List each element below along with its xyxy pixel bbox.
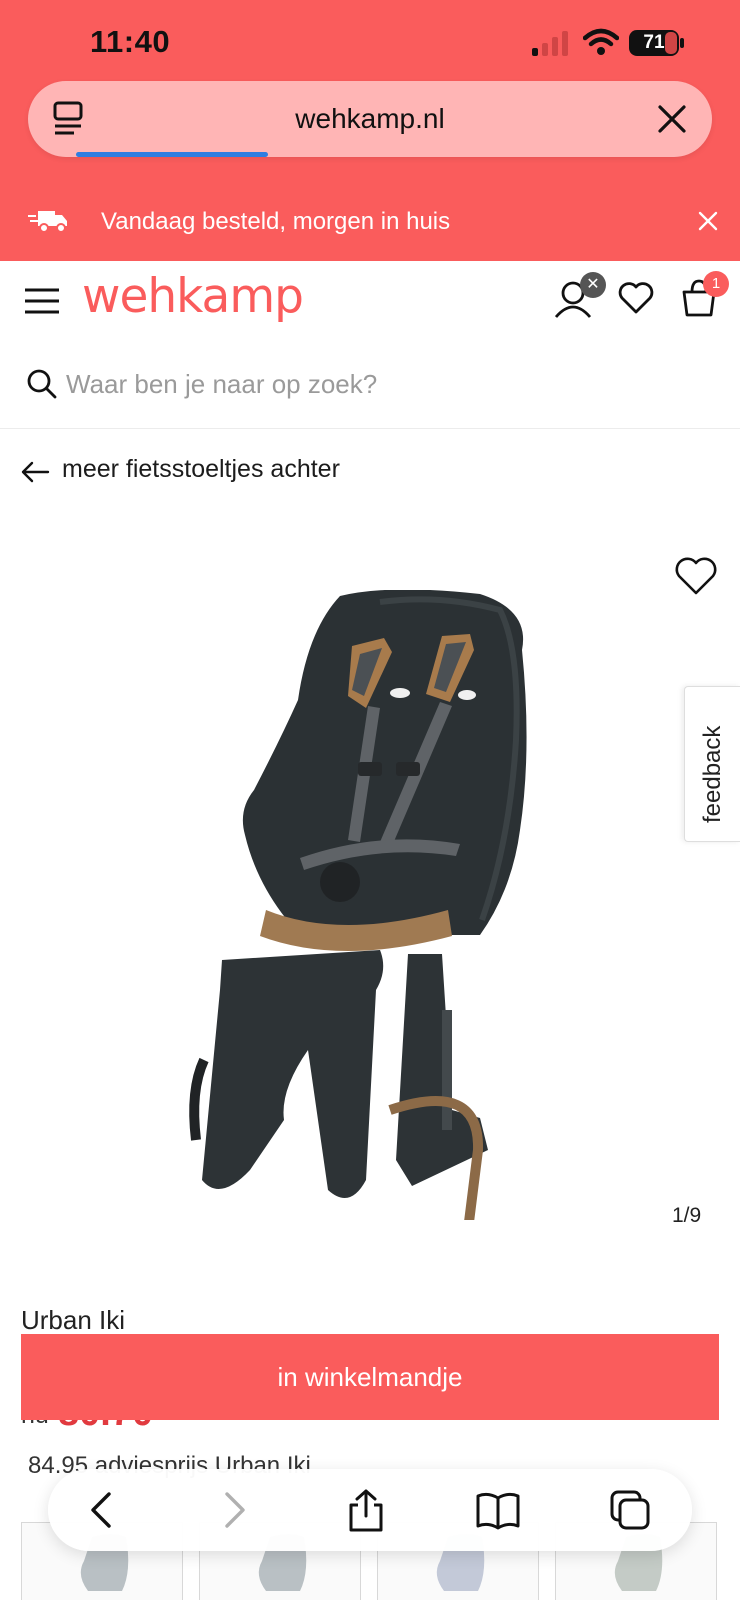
- account-status-badge: ✕: [580, 272, 606, 298]
- book-icon[interactable]: [476, 1488, 520, 1532]
- tabs-icon[interactable]: [608, 1488, 652, 1532]
- share-icon[interactable]: [344, 1488, 388, 1532]
- product-brand[interactable]: Urban Iki: [21, 1305, 125, 1336]
- promo-close-icon[interactable]: [697, 210, 719, 232]
- image-counter: 1/9: [672, 1204, 702, 1227]
- status-time: 11:40: [90, 24, 171, 59]
- back-link-label[interactable]: meer fietsstoeltjes achter: [62, 455, 340, 484]
- cellular-signal-icon: [532, 31, 568, 56]
- hamburger-icon[interactable]: [24, 287, 60, 315]
- product-image-bike-seat[interactable]: [180, 590, 560, 1220]
- truck-icon: [28, 211, 67, 233]
- search-bar: [0, 343, 740, 429]
- close-icon[interactable]: [656, 103, 688, 135]
- url-text[interactable]: wehkamp.nl: [28, 103, 712, 135]
- heart-icon[interactable]: [618, 281, 654, 315]
- promo-message: Vandaag besteld, morgen in huis: [101, 208, 451, 235]
- page-load-progress: [76, 152, 268, 157]
- site-header: wehkamp ✕ 1: [0, 261, 740, 343]
- browser-chrome: 11:40 71 wehkamp.nl Vandaag besteld, mor…: [0, 0, 740, 261]
- cart-count-badge: 1: [703, 271, 729, 297]
- chevron-left-icon[interactable]: [81, 1488, 125, 1532]
- feedback-tab[interactable]: feedback: [684, 686, 740, 842]
- product-gallery[interactable]: 1/9: [0, 540, 740, 1260]
- battery-icon: 71: [629, 30, 685, 56]
- wifi-icon: [583, 28, 619, 55]
- address-bar[interactable]: wehkamp.nl: [28, 81, 712, 157]
- chevron-right-icon[interactable]: [211, 1488, 255, 1532]
- search-input[interactable]: [66, 359, 706, 409]
- feedback-label[interactable]: feedback: [699, 726, 727, 823]
- search-icon: [27, 369, 57, 399]
- battery-level: 71: [643, 32, 665, 53]
- add-to-cart-button[interactable]: in winkelmandje: [21, 1334, 719, 1420]
- site-logo[interactable]: wehkamp: [82, 269, 304, 324]
- arrow-left-icon: [21, 461, 50, 483]
- heart-icon[interactable]: [674, 556, 718, 596]
- browser-toolbar: [48, 1469, 692, 1551]
